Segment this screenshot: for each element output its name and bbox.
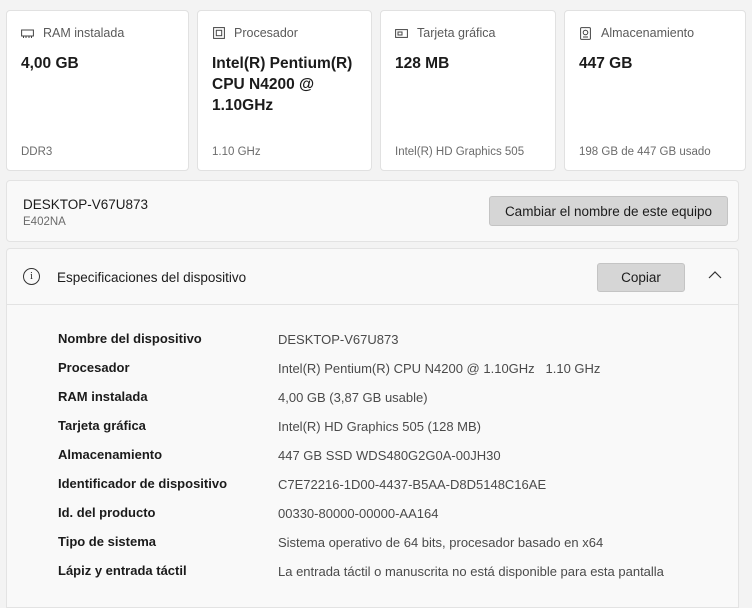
card-label: RAM instalada [43, 26, 125, 40]
spec-key: Id. del producto [58, 505, 156, 520]
summary-cards: RAM instalada 4,00 GB DDR3 Procesador In… [6, 10, 746, 171]
spec-key: Lápiz y entrada táctil [58, 563, 187, 578]
spec-key: Nombre del dispositivo [58, 331, 202, 346]
spec-value: La entrada táctil o manuscrita no está d… [278, 564, 664, 579]
card-value: 447 GB [579, 55, 633, 72]
spec-value: C7E72216-1D00-4437-B5AA-D8D5148C16AE [278, 477, 547, 492]
graphics-card-icon [395, 27, 408, 40]
spec-value: 447 GB SSD WDS480G2G0A-00JH30 [278, 448, 501, 463]
device-name-bar: DESKTOP-V67U873 E402NA Cambiar el nombre… [6, 180, 739, 242]
processor-icon [212, 27, 225, 40]
spec-key: Almacenamiento [58, 447, 163, 462]
ram-icon [21, 27, 34, 40]
copy-button[interactable]: Copiar [597, 263, 685, 292]
spec-value: Intel(R) HD Graphics 505 (128 MB) [278, 419, 482, 434]
card-label: Procesador [234, 26, 298, 40]
device-model: E402NA [23, 216, 66, 228]
spec-value: 00330-80000-00000-AA164 [278, 506, 439, 521]
spec-value: DESKTOP-V67U873 [278, 332, 399, 347]
card-graphics: Tarjeta gráfica 128 MB Intel(R) HD Graph… [380, 10, 556, 171]
chevron-up-icon[interactable] [707, 269, 723, 281]
specs-title: Especificaciones del dispositivo [57, 270, 247, 285]
spec-key: RAM instalada [58, 389, 148, 404]
card-sub: Intel(R) HD Graphics 505 [395, 146, 525, 158]
card-sub: 1.10 GHz [212, 146, 261, 158]
card-value: 4,00 GB [21, 55, 79, 72]
card-ram: RAM instalada 4,00 GB DDR3 [6, 10, 189, 171]
card-sub: DDR3 [21, 146, 53, 158]
spec-key: Identificador de dispositivo [58, 476, 228, 491]
info-icon: i [23, 268, 40, 285]
spec-value: Sistema operativo de 64 bits, procesador… [278, 535, 604, 550]
spec-value: Intel(R) Pentium(R) CPU N4200 @ 1.10GHz … [278, 361, 601, 376]
spec-key: Tipo de sistema [58, 534, 157, 549]
card-label: Almacenamiento [601, 26, 695, 40]
storage-icon [579, 26, 592, 40]
rename-pc-button[interactable]: Cambiar el nombre de este equipo [489, 196, 728, 226]
spec-value: 4,00 GB (3,87 GB usable) [278, 390, 428, 405]
card-value: 128 MB [395, 55, 450, 72]
specs-header[interactable]: i Especificaciones del dispositivo Copia… [7, 249, 738, 305]
device-name: DESKTOP-V67U873 [23, 197, 149, 212]
spec-key: Tarjeta gráfica [58, 418, 146, 433]
spec-key: Procesador [58, 360, 130, 375]
card-processor: Procesador Intel(R) Pentium(R) CPU N4200… [197, 10, 372, 171]
card-label: Tarjeta gráfica [417, 26, 496, 40]
card-storage: Almacenamiento 447 GB 198 GB de 447 GB u… [564, 10, 746, 171]
device-specifications-section: i Especificaciones del dispositivo Copia… [6, 248, 739, 608]
card-sub: 198 GB de 447 GB usado [579, 146, 711, 158]
card-value: Intel(R) Pentium(R) CPU N4200 @ 1.10GHz [212, 55, 353, 114]
